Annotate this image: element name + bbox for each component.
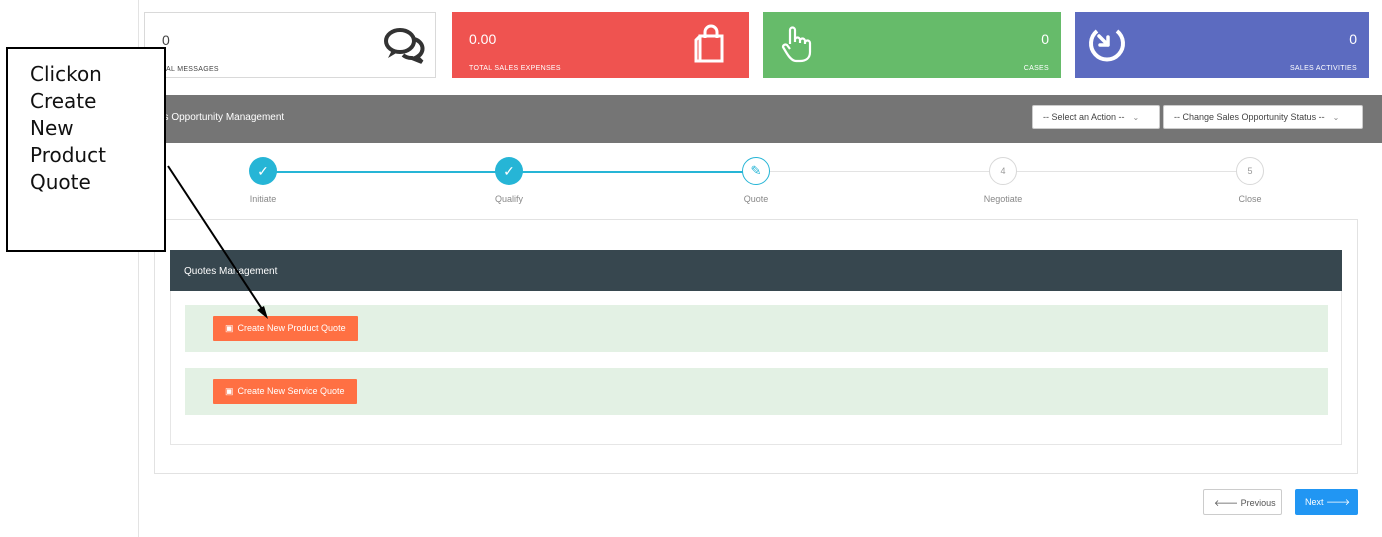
annotation-arrow bbox=[167, 165, 268, 319]
